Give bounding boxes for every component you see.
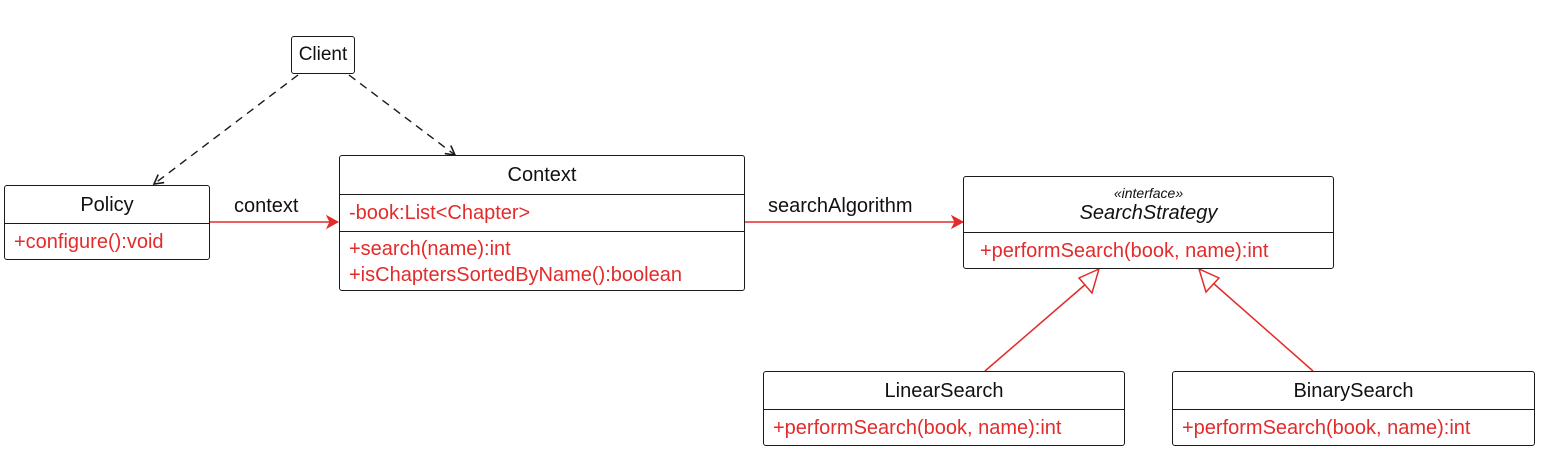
linearsearch-class-name: LinearSearch (764, 372, 1124, 410)
dependency-client-policy (152, 74, 299, 185)
searchstrategy-header: «interface» SearchStrategy (964, 177, 1333, 233)
policy-class-name: Policy (5, 186, 209, 224)
binarysearch-class[interactable]: BinarySearch +performSearch(book, name):… (1172, 371, 1535, 446)
policy-class[interactable]: Policy +configure():void (4, 185, 210, 260)
realization-binarysearch-head (1197, 267, 1221, 294)
binarysearch-method-performsearch: +performSearch(book, name):int (1182, 417, 1471, 439)
client-class[interactable]: Client (291, 36, 355, 74)
association-label-searchalgorithm: searchAlgorithm (768, 195, 913, 217)
linearsearch-methods: +performSearch(book, name):int (764, 410, 1124, 441)
context-methods: +search(name):int +isChaptersSortedByNam… (340, 231, 744, 288)
binarysearch-methods: +performSearch(book, name):int (1173, 410, 1534, 441)
policy-method-configure: +configure():void (14, 231, 164, 253)
association-label-context: context (234, 195, 299, 217)
realization-binarysearch (1212, 282, 1314, 372)
realization-linearsearch-head (1077, 267, 1101, 295)
realization-linearsearch (984, 282, 1088, 372)
context-class[interactable]: Context -book:List<Chapter> +search(name… (339, 155, 745, 291)
dependency-client-context (348, 74, 457, 156)
context-class-name: Context (340, 156, 744, 195)
searchstrategy-method-performsearch: +performSearch(book, name):int (980, 240, 1269, 262)
searchstrategy-name: SearchStrategy (1079, 202, 1218, 224)
linearsearch-class[interactable]: LinearSearch +performSearch(book, name):… (763, 371, 1125, 446)
context-attribute-book: -book:List<Chapter> (349, 202, 531, 224)
context-attributes: -book:List<Chapter> (340, 195, 744, 231)
context-method-search: +search(name):int (349, 238, 511, 260)
binarysearch-class-name: BinarySearch (1173, 372, 1534, 410)
linearsearch-method-performsearch: +performSearch(book, name):int (773, 417, 1062, 439)
client-class-name: Client (298, 44, 348, 65)
searchstrategy-methods: +performSearch(book, name):int (964, 233, 1333, 264)
context-method-is-sorted: +isChaptersSortedByName():boolean (349, 264, 682, 286)
interface-stereotype: «interface» (1113, 185, 1184, 201)
searchstrategy-interface[interactable]: «interface» SearchStrategy +performSearc… (963, 176, 1334, 269)
policy-methods: +configure():void (5, 224, 209, 255)
